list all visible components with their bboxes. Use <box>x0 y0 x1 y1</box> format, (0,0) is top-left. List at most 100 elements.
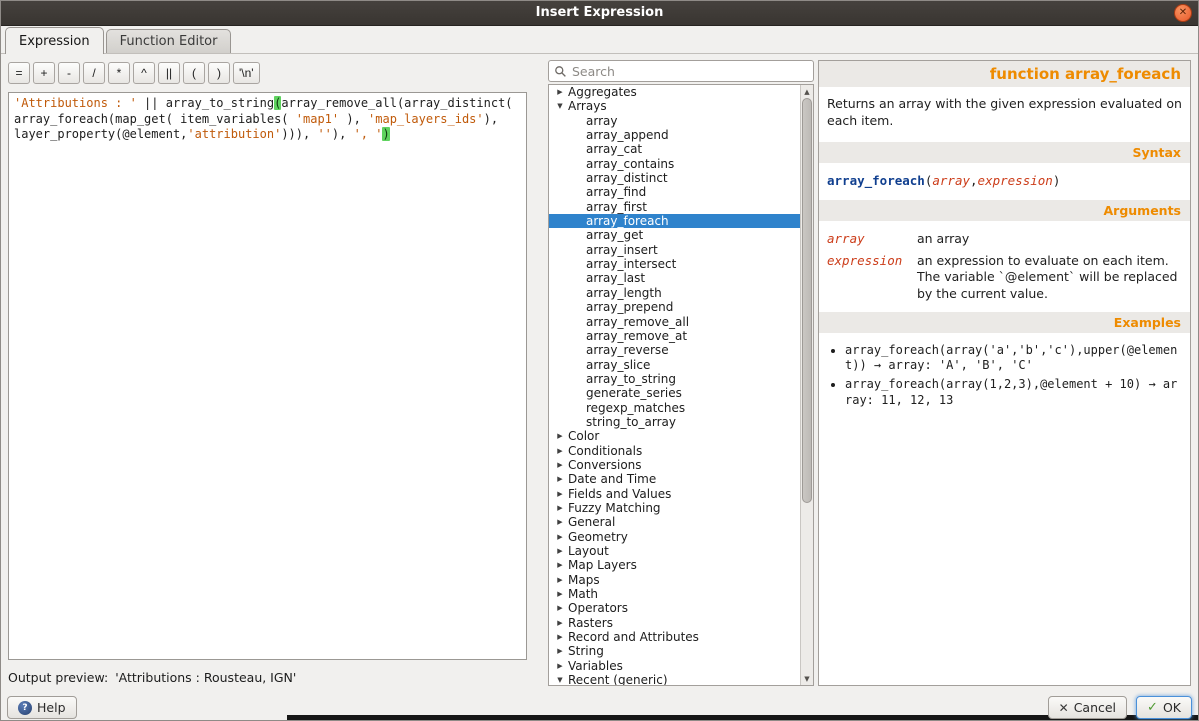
operator-button-[interactable]: ) <box>208 62 230 84</box>
tree-item-array-contains[interactable]: array_contains <box>549 157 800 171</box>
tree-group-geometry[interactable]: ▶Geometry <box>549 530 800 544</box>
operator-button-[interactable]: = <box>8 62 30 84</box>
argument-name: expression <box>827 253 917 302</box>
tab-function-editor[interactable]: Function Editor <box>106 29 232 53</box>
chevron-right-icon: ▶ <box>554 587 566 601</box>
syntax-header: Syntax <box>819 142 1190 163</box>
tree-group-rasters[interactable]: ▶Rasters <box>549 616 800 630</box>
tree-group-math[interactable]: ▶Math <box>549 587 800 601</box>
expression-editor[interactable]: 'Attributions : ' || array_to_string(arr… <box>8 92 527 660</box>
scroll-up-icon[interactable]: ▲ <box>801 85 813 98</box>
tree-item-array-distinct[interactable]: array_distinct <box>549 171 800 185</box>
tree-item-regexp-matches[interactable]: regexp_matches <box>549 401 800 415</box>
tree-item-string-to-array[interactable]: string_to_array <box>549 415 800 429</box>
help-description: Returns an array with the given expressi… <box>819 87 1190 132</box>
code-text: layer_property(@element, <box>14 127 187 141</box>
tree-group-maps[interactable]: ▶Maps <box>549 573 800 587</box>
tree-group-layout[interactable]: ▶Layout <box>549 544 800 558</box>
tree-item-generate-series[interactable]: generate_series <box>549 386 800 400</box>
cancel-button[interactable]: ✕ Cancel <box>1048 696 1127 719</box>
tree-item-array-append[interactable]: array_append <box>549 128 800 142</box>
tree-scrollbar[interactable]: ▲ ▼ <box>800 85 813 685</box>
expression-line: layer_property(@element,'attribution')))… <box>14 127 521 143</box>
tree-group-label: Conditionals <box>568 444 642 458</box>
tree-group-label: Rasters <box>568 616 613 630</box>
cancel-icon: ✕ <box>1059 701 1069 715</box>
operator-button-[interactable]: || <box>158 62 180 84</box>
operator-button-[interactable]: ^ <box>133 62 155 84</box>
code-text: ), <box>339 112 368 126</box>
chevron-right-icon: ▶ <box>554 487 566 501</box>
close-button[interactable]: ✕ <box>1174 4 1192 22</box>
tree-group-record-and-attributes[interactable]: ▶Record and Attributes <box>549 630 800 644</box>
tree-group-label: Date and Time <box>568 472 656 486</box>
help-button[interactable]: ? Help <box>7 696 77 719</box>
argument-row: expressionan expression to evaluate on e… <box>827 253 1182 302</box>
window-title: Insert Expression <box>536 5 664 20</box>
tree-group-label: Recent (generic) <box>568 673 668 686</box>
tree-group-aggregates[interactable]: ▶Aggregates <box>549 85 800 99</box>
tree-group-color[interactable]: ▶Color <box>549 429 800 443</box>
tree-group-label: Fields and Values <box>568 487 671 501</box>
operator-button-[interactable]: * <box>108 62 130 84</box>
ok-button[interactable]: ✓ OK <box>1136 696 1192 719</box>
tree-group-fields-and-values[interactable]: ▶Fields and Values <box>549 487 800 501</box>
search-input[interactable] <box>567 64 808 79</box>
tree-group-recent-generic[interactable]: ▼Recent (generic) <box>549 673 800 686</box>
tree-group-conditionals[interactable]: ▶Conditionals <box>549 444 800 458</box>
scrollbar-thumb[interactable] <box>802 98 812 503</box>
tree-item-array-cat[interactable]: array_cat <box>549 142 800 156</box>
tree-group-conversions[interactable]: ▶Conversions <box>549 458 800 472</box>
tree-group-label: Maps <box>568 573 600 587</box>
chevron-right-icon: ▶ <box>554 515 566 529</box>
syntax-text: ) <box>1053 173 1061 188</box>
operator-button-[interactable]: - <box>58 62 80 84</box>
tree-group-map-layers[interactable]: ▶Map Layers <box>549 558 800 572</box>
chevron-right-icon: ▶ <box>554 85 566 99</box>
tree-group-variables[interactable]: ▶Variables <box>549 659 800 673</box>
operator-button-[interactable]: ( <box>183 62 205 84</box>
tree-group-general[interactable]: ▶General <box>549 515 800 529</box>
tree-item-array-insert[interactable]: array_insert <box>549 243 800 257</box>
chevron-right-icon: ▶ <box>554 530 566 544</box>
operator-button-[interactable]: + <box>33 62 55 84</box>
close-icon: ✕ <box>1179 8 1187 18</box>
tree-item-array-prepend[interactable]: array_prepend <box>549 300 800 314</box>
tab-expression[interactable]: Expression <box>5 27 104 54</box>
tree-group-fuzzy-matching[interactable]: ▶Fuzzy Matching <box>549 501 800 515</box>
tree-group-label: Math <box>568 587 598 601</box>
tree-item-array[interactable]: array <box>549 114 800 128</box>
tree-item-array-remove-all[interactable]: array_remove_all <box>549 315 800 329</box>
output-preview: Output preview:'Attributions : Rousteau,… <box>8 670 528 685</box>
tree-item-array-first[interactable]: array_first <box>549 200 800 214</box>
tree-group-date-and-time[interactable]: ▶Date and Time <box>549 472 800 486</box>
tree-group-string[interactable]: ▶String <box>549 644 800 658</box>
tree-item-array-last[interactable]: array_last <box>549 271 800 285</box>
scroll-down-icon[interactable]: ▼ <box>801 672 813 685</box>
code-string: ', ' <box>354 127 383 141</box>
operator-button-[interactable]: / <box>83 62 105 84</box>
tree-group-label: Fuzzy Matching <box>568 501 661 515</box>
tree-item-array-remove-at[interactable]: array_remove_at <box>549 329 800 343</box>
tree-item-array-intersect[interactable]: array_intersect <box>549 257 800 271</box>
examples-header: Examples <box>819 312 1190 333</box>
tree-group-arrays[interactable]: ▼Arrays <box>549 99 800 113</box>
chevron-right-icon: ▶ <box>554 573 566 587</box>
expression-line: array_foreach(map_get( item_variables( '… <box>14 112 521 128</box>
code-string: 'Attributions : ' <box>14 96 137 110</box>
tree-group-label: General <box>568 515 615 529</box>
argument-name: array <box>827 231 917 247</box>
tree-group-label: Layout <box>568 544 609 558</box>
dialog-footer: ? Help ✕ Cancel ✓ OK <box>0 694 1199 721</box>
tree-group-operators[interactable]: ▶Operators <box>549 601 800 615</box>
tree-item-array-find[interactable]: array_find <box>549 185 800 199</box>
tree-item-array-slice[interactable]: array_slice <box>549 358 800 372</box>
tree-item-array-foreach[interactable]: array_foreach <box>549 214 800 228</box>
tree-item-array-to-string[interactable]: array_to_string <box>549 372 800 386</box>
tree-item-array-get[interactable]: array_get <box>549 228 800 242</box>
titlebar[interactable]: Insert Expression ✕ <box>0 0 1199 26</box>
operator-button-n[interactable]: '\n' <box>233 62 260 84</box>
tree-item-array-reverse[interactable]: array_reverse <box>549 343 800 357</box>
tree-item-array-length[interactable]: array_length <box>549 286 800 300</box>
tree-group-label: String <box>568 644 604 658</box>
